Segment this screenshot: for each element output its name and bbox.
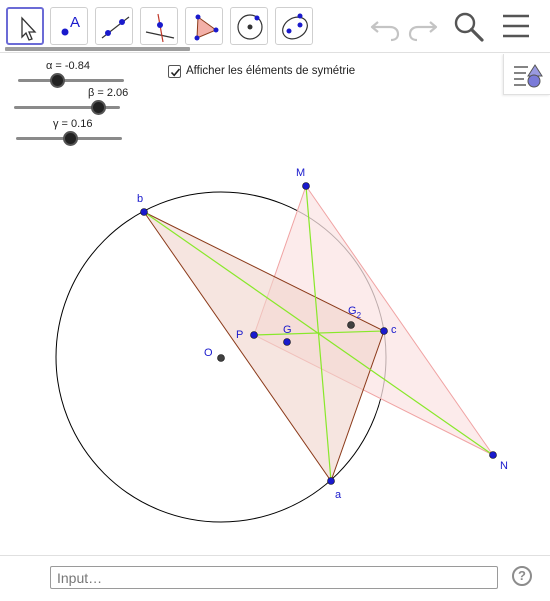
- search-icon: [454, 12, 484, 42]
- perpendicular-line-tool-icon: [145, 13, 175, 43]
- undo-icon: [370, 21, 400, 42]
- point-tool-icon: A: [61, 14, 80, 36]
- hamburger-menu-icon: [503, 14, 529, 38]
- move-tool-button[interactable]: [6, 7, 44, 45]
- point-m-label: M: [296, 167, 305, 179]
- point-g-label: G: [283, 324, 292, 336]
- point-b[interactable]: b: [137, 193, 148, 216]
- line-tool-button[interactable]: [95, 7, 133, 45]
- polygon-tool-icon: [194, 14, 219, 41]
- point-tool-button[interactable]: A: [50, 7, 88, 45]
- point-b-label: b: [137, 193, 143, 205]
- search-button[interactable]: [452, 10, 486, 42]
- undo-button[interactable]: [369, 10, 403, 42]
- point-n[interactable]: N: [489, 451, 509, 473]
- toolbar-scroll-indicator: [5, 47, 190, 51]
- point-c-label: c: [391, 324, 397, 336]
- polygon-tool-button[interactable]: [185, 7, 223, 45]
- input-bar: [0, 555, 550, 601]
- point-a-label: a: [335, 489, 342, 501]
- algebra-input[interactable]: [50, 566, 498, 589]
- circle-center-point-tool-icon: [237, 14, 263, 40]
- point-m[interactable]: M: [296, 167, 310, 190]
- move-tool-icon: [21, 16, 37, 41]
- graphics-canvas[interactable]: b a c M N P G G2 O: [0, 54, 550, 554]
- menu-button[interactable]: [499, 10, 533, 42]
- toolbar: A: [0, 0, 550, 53]
- redo-icon: [408, 21, 438, 42]
- point-g[interactable]: G: [283, 324, 292, 346]
- point-n-label: N: [500, 460, 508, 472]
- point-tool-letter: A: [70, 14, 80, 31]
- perpendicular-line-tool-button[interactable]: [140, 7, 178, 45]
- point-o-label: O: [204, 347, 213, 359]
- ellipse-tool-button[interactable]: [275, 7, 313, 45]
- help-icon[interactable]: ?: [512, 566, 532, 586]
- point-o[interactable]: O: [204, 347, 225, 362]
- point-a[interactable]: a: [327, 477, 343, 502]
- circle-tool-button[interactable]: [230, 7, 268, 45]
- ellipse-tool-icon: [282, 13, 308, 40]
- line-tool-icon: [101, 16, 130, 39]
- point-p-label: P: [236, 329, 243, 341]
- redo-button[interactable]: [405, 10, 439, 42]
